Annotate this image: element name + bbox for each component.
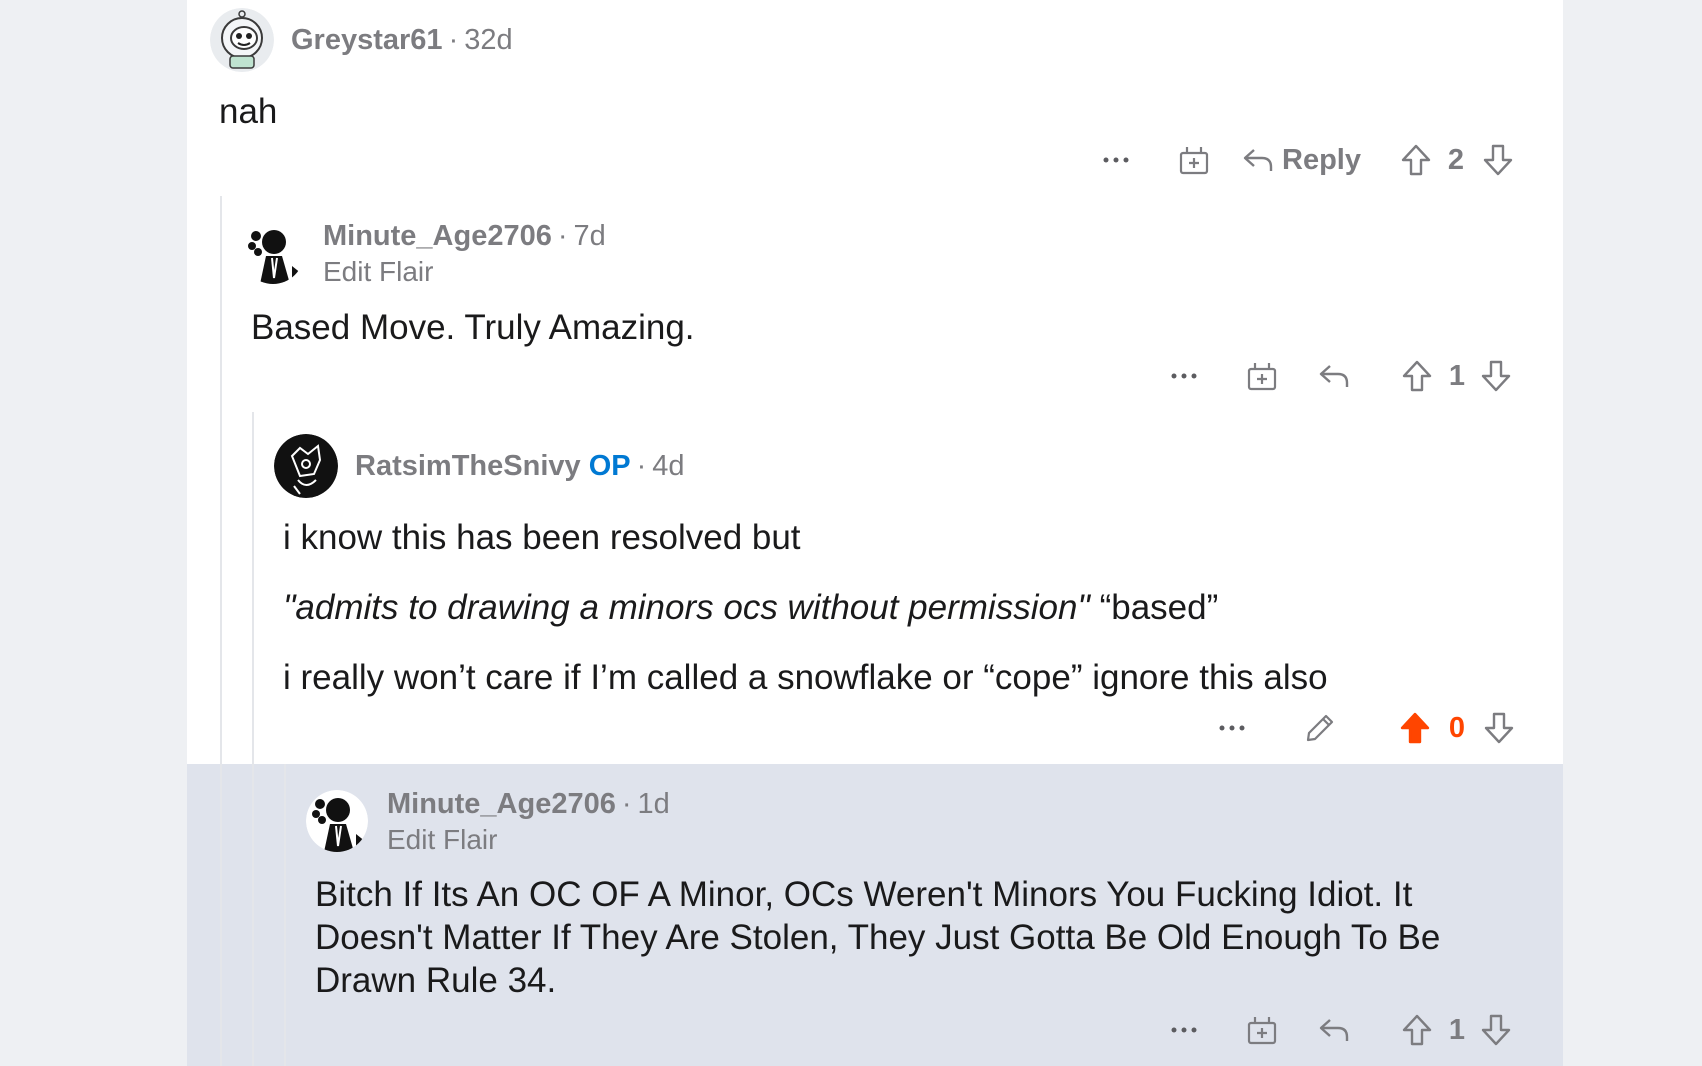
more-options-button[interactable] [1166, 356, 1202, 396]
username[interactable]: Greystar61 [291, 24, 443, 56]
sketch-avatar-icon [242, 222, 304, 284]
comment-meta: Minute_Age2706 · 1d [387, 788, 670, 821]
edit-button[interactable] [1302, 708, 1338, 748]
award-button[interactable] [1176, 140, 1212, 180]
comment-text: "admits to drawing a minors ocs without … [283, 586, 1218, 629]
award-icon [1179, 147, 1209, 175]
more-icon [1103, 157, 1129, 163]
avatar[interactable] [274, 434, 338, 498]
award-button[interactable] [1244, 356, 1280, 396]
comment-text: Based Move. Truly Amazing. [251, 308, 695, 347]
upvote-icon [1402, 360, 1432, 392]
reply-button[interactable]: Reply [1242, 140, 1361, 180]
comment-text-line-3: Drawn Rule 34. [315, 961, 557, 1000]
downvote-button[interactable] [1478, 1010, 1514, 1050]
comment-age: 1d [637, 788, 670, 820]
comment-body-line-3: i really won’t care if I’m called a snow… [283, 656, 1328, 699]
thread-line-1[interactable] [220, 196, 222, 1066]
downvote-icon [1481, 360, 1511, 392]
thread-line-2[interactable] [252, 412, 254, 1066]
award-button[interactable] [1244, 1010, 1280, 1050]
downvote-icon [1481, 1014, 1511, 1046]
reply-label: Reply [1282, 143, 1361, 176]
vote-score: 1 [1448, 1014, 1466, 1046]
comment-text-line-2: Doesn't Matter If They Are Stolen, They … [315, 918, 1441, 957]
comment-meta: Greystar61 · 32d [291, 24, 513, 57]
username[interactable]: Minute_Age2706 [323, 220, 552, 252]
comment-age: 7d [573, 220, 606, 252]
award-icon [1247, 1017, 1277, 1045]
comment-body: Bitch If Its An OC OF A Minor, OCs Weren… [315, 873, 1440, 1002]
username[interactable]: Minute_Age2706 [387, 788, 616, 820]
comment-text-rest: “based” [1089, 588, 1219, 627]
more-options-button[interactable] [1166, 1010, 1202, 1050]
snivy-avatar-icon [274, 434, 338, 498]
reply-icon [1319, 1019, 1349, 1041]
username[interactable]: RatsimTheSnivy [355, 450, 581, 482]
upvote-button[interactable] [1399, 356, 1435, 396]
comment-body: nah [219, 90, 277, 133]
edit-icon [1306, 714, 1334, 742]
comment-meta: RatsimTheSnivy OP · 4d [355, 450, 685, 483]
reply-icon [1319, 365, 1349, 387]
award-icon [1247, 363, 1277, 391]
separator-dot: · [636, 450, 647, 482]
comment-age: 4d [652, 450, 685, 482]
comment-text: i know this has been resolved but [283, 518, 801, 557]
comment-age: 32d [464, 24, 513, 56]
comment-text: i really won’t care if I’m called a snow… [283, 658, 1328, 697]
downvote-button[interactable] [1478, 356, 1514, 396]
upvote-button[interactable] [1399, 1010, 1435, 1050]
downvote-icon [1484, 712, 1514, 744]
reply-button[interactable] [1316, 1010, 1352, 1050]
downvote-button[interactable] [1481, 708, 1517, 748]
comment-body: i know this has been resolved but [283, 516, 801, 559]
upvote-icon [1401, 144, 1431, 176]
comment-text-line-1: Bitch If Its An OC OF A Minor, OCs Weren… [315, 875, 1413, 914]
avatar[interactable] [242, 222, 304, 284]
upvote-icon [1400, 712, 1430, 744]
thread-line-3[interactable] [284, 764, 286, 1066]
separator-dot: · [621, 788, 632, 820]
op-badge: OP [588, 450, 631, 482]
vote-score: 1 [1448, 360, 1466, 392]
comment-body: Based Move. Truly Amazing. [251, 306, 695, 349]
more-options-button[interactable] [1098, 140, 1134, 180]
more-options-button[interactable] [1214, 708, 1250, 748]
downvote-icon [1483, 144, 1513, 176]
more-icon [1171, 1027, 1197, 1033]
reply-button[interactable] [1316, 356, 1352, 396]
avatar[interactable] [306, 790, 368, 852]
upvote-icon [1402, 1014, 1432, 1046]
quoted-text: "admits to drawing a minors ocs without … [283, 588, 1090, 627]
more-icon [1219, 725, 1245, 731]
downvote-button[interactable] [1480, 140, 1516, 180]
vote-score: 0 [1448, 712, 1466, 744]
comment-text: nah [219, 92, 278, 131]
astronaut-avatar-icon [210, 8, 274, 72]
comment-body-line-2: "admits to drawing a minors ocs without … [283, 586, 1218, 629]
upvote-button[interactable] [1397, 708, 1433, 748]
sketch-avatar-icon [306, 790, 368, 852]
upvote-button[interactable] [1398, 140, 1434, 180]
more-icon [1171, 373, 1197, 379]
separator-dot: · [448, 24, 459, 56]
vote-score: 2 [1447, 144, 1465, 176]
separator-dot: · [557, 220, 568, 252]
reply-icon [1243, 149, 1273, 171]
edit-flair-link[interactable]: Edit Flair [387, 824, 497, 856]
edit-flair-link[interactable]: Edit Flair [323, 256, 433, 288]
avatar[interactable] [210, 8, 274, 72]
comment-meta: Minute_Age2706 · 7d [323, 220, 606, 253]
